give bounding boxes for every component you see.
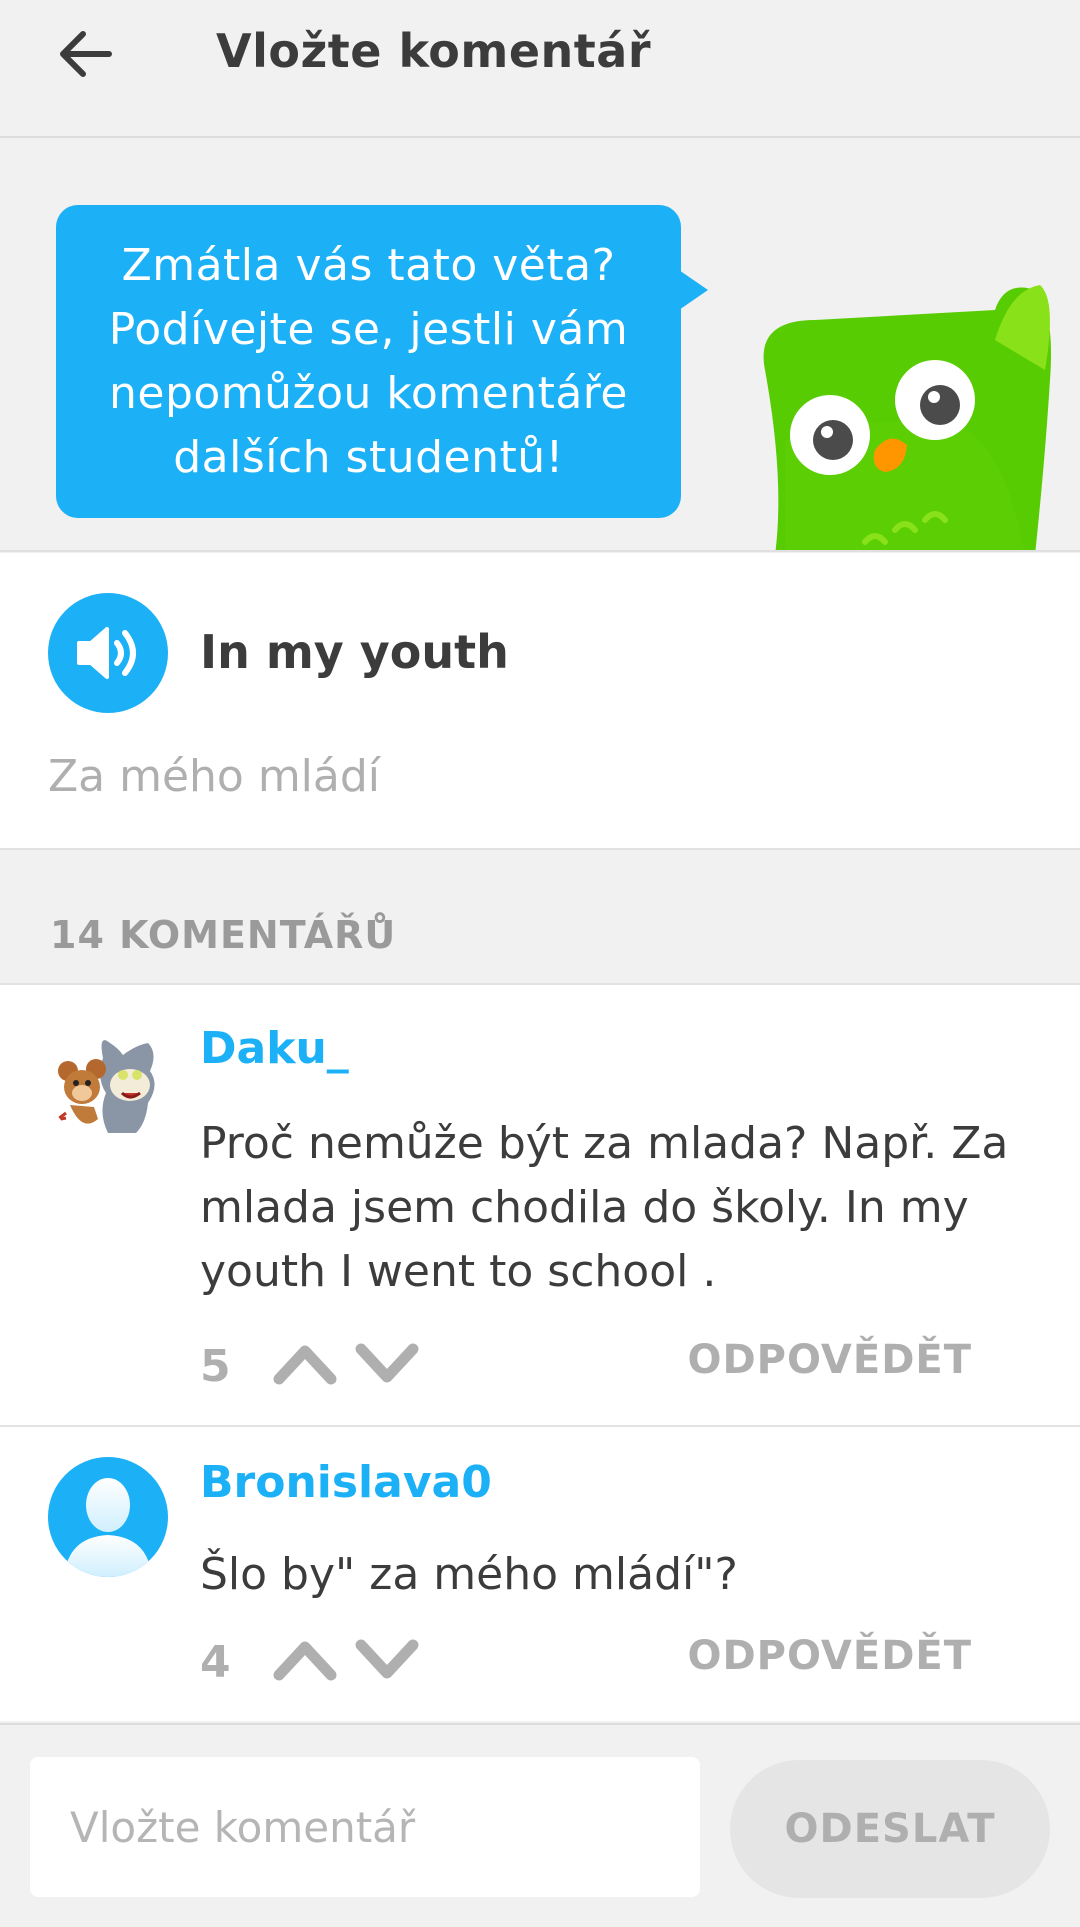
- comment-author[interactable]: Bronislava0: [200, 1457, 492, 1508]
- app-header: Vložte komentář: [0, 0, 1080, 138]
- avatar[interactable]: [48, 1023, 168, 1143]
- chevron-down-icon: [355, 1343, 419, 1383]
- reply-button[interactable]: ODPOVĚDĚT: [687, 1633, 972, 1679]
- comment-author[interactable]: Daku_: [200, 1023, 349, 1074]
- vote-count: 4: [200, 1637, 231, 1688]
- speech-bubble: Zmátla vás tato věta? Podívejte se, jest…: [56, 205, 681, 518]
- send-button[interactable]: ODESLAT: [730, 1760, 1050, 1898]
- chevron-up-icon: [273, 1641, 337, 1681]
- comments-count-label: 14 KOMENTÁŘŮ: [50, 913, 397, 957]
- cartoon-avatar-icon: [55, 1040, 155, 1133]
- reply-button[interactable]: ODPOVĚDĚT: [687, 1337, 972, 1383]
- sentence-translation: Za mého mládí: [48, 751, 381, 802]
- sentence-text: In my youth: [200, 625, 509, 679]
- comment-item: Bronislava0 Šlo by" za mého mládí"? 4 OD…: [0, 1427, 1080, 1721]
- speech-bubble-text: Zmátla vás tato věta? Podívejte se, jest…: [108, 239, 629, 483]
- comment-body: Šlo by" za mého mládí"?: [200, 1549, 738, 1600]
- chevron-up-icon: [273, 1345, 337, 1385]
- chevron-down-icon: [355, 1639, 419, 1679]
- back-button[interactable]: [50, 22, 120, 86]
- comment-item: Daku_ Proč nemůže být za mlada? Např. Za…: [0, 985, 1080, 1427]
- upvote-button[interactable]: [272, 1340, 338, 1386]
- sentence-section: In my youth Za mého mládí: [0, 553, 1080, 850]
- default-user-avatar-icon: [64, 1478, 152, 1577]
- page-title: Vložte komentář: [216, 24, 651, 78]
- speaker-icon: [77, 627, 136, 679]
- comment-input[interactable]: [30, 1757, 700, 1897]
- downvote-button[interactable]: [354, 1636, 420, 1682]
- avatar[interactable]: [48, 1457, 168, 1577]
- hero-section: Zmátla vás tato věta? Podívejte se, jest…: [0, 140, 1080, 552]
- play-audio-button[interactable]: [48, 593, 168, 713]
- comment-composer: ODESLAT: [0, 1723, 1080, 1927]
- downvote-button[interactable]: [354, 1340, 420, 1386]
- upvote-button[interactable]: [272, 1636, 338, 1682]
- comment-body: Proč nemůže být za mlada? Např. Za mlada…: [200, 1118, 1009, 1297]
- vote-count: 5: [200, 1341, 231, 1392]
- owl-mascot-icon: [763, 285, 1051, 550]
- comment-list: Daku_ Proč nemůže být za mlada? Např. Za…: [0, 983, 1080, 1721]
- arrow-left-icon: [60, 31, 112, 77]
- speech-bubble-tail: [676, 268, 708, 312]
